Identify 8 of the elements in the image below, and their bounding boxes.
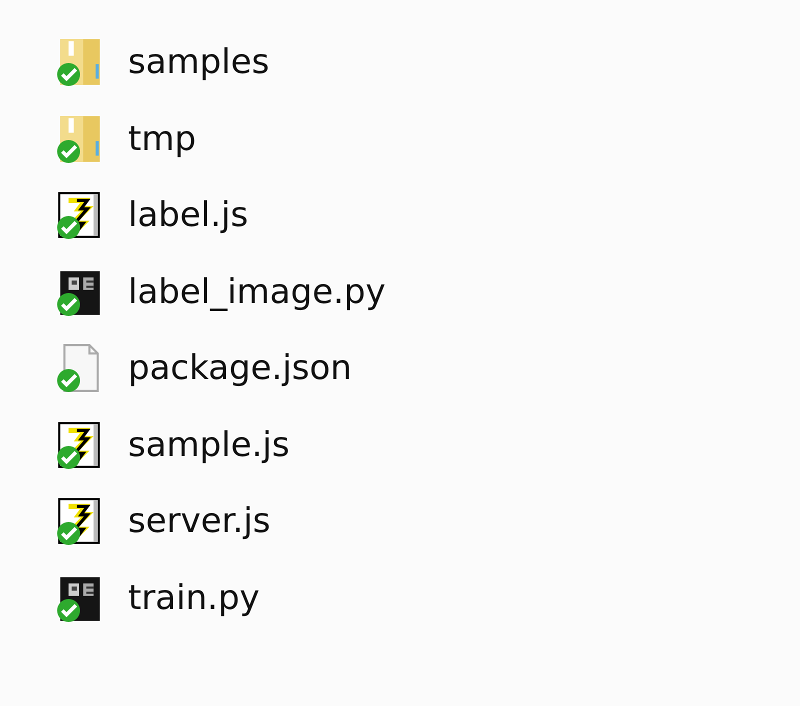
file-name[interactable]: train.py [128, 578, 260, 618]
file-name[interactable]: sample.js [128, 424, 290, 465]
file-name[interactable]: label_image.py [128, 272, 386, 312]
file-name[interactable]: samples [128, 42, 270, 82]
file-name[interactable]: package.json [128, 348, 352, 388]
file-name[interactable]: label.js [128, 195, 248, 236]
file-name[interactable]: server.js [128, 501, 270, 542]
file-name[interactable]: tmp [128, 118, 196, 159]
